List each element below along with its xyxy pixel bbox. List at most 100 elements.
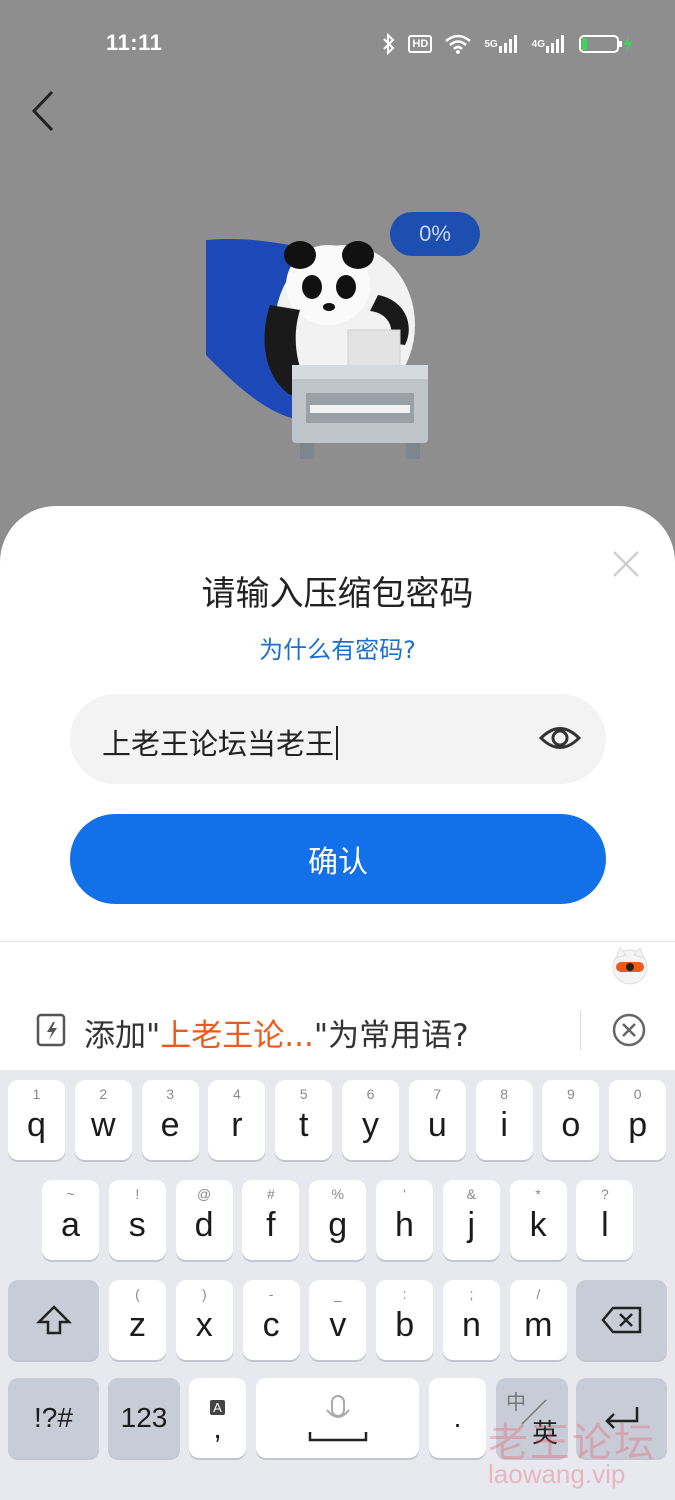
backspace-icon: [600, 1306, 641, 1334]
key-primary-label: m: [524, 1305, 553, 1344]
chevron-left-icon: [31, 90, 54, 132]
key-primary-label: k: [529, 1205, 547, 1244]
key-secondary-label: ~: [66, 1186, 75, 1202]
key-secondary-label: 2: [99, 1086, 108, 1102]
key-primary-label: s: [128, 1205, 146, 1244]
key-y[interactable]: 6y: [342, 1080, 399, 1160]
why-password-link[interactable]: 为什么有密码?: [0, 630, 675, 665]
key-h[interactable]: ' h: [376, 1180, 433, 1260]
password-input[interactable]: 上老王论坛当老王: [70, 694, 606, 784]
key-t[interactable]: 5t: [275, 1080, 333, 1160]
key-l[interactable]: ? l: [576, 1180, 634, 1260]
key-w[interactable]: 2w: [74, 1080, 132, 1160]
key-d[interactable]: @ d: [175, 1180, 233, 1260]
key-m[interactable]: / m: [509, 1280, 567, 1360]
key-secondary-label: %: [331, 1186, 344, 1202]
close-circle-icon: [612, 1013, 646, 1047]
watermark-en: laowang.vip: [488, 1459, 626, 1489]
period-key[interactable]: .: [429, 1378, 486, 1458]
key-n[interactable]: ; n: [443, 1280, 500, 1360]
key-v[interactable]: _ v: [309, 1280, 367, 1360]
key-e[interactable]: 3e: [141, 1080, 199, 1160]
key-secondary-label: ;: [469, 1286, 474, 1302]
keyboard-mascot-icon[interactable]: [610, 946, 650, 986]
key-primary-label: j: [467, 1205, 476, 1244]
key-primary-label: p: [628, 1105, 648, 1144]
key-c[interactable]: -c: [242, 1280, 300, 1360]
suggestion-prefix: 添加": [84, 1018, 161, 1054]
key-secondary-label: 5: [299, 1086, 308, 1102]
password-text: 上老王论坛当老王: [102, 727, 335, 761]
show-password-toggle[interactable]: [538, 718, 582, 758]
key-f[interactable]: # f: [242, 1180, 300, 1260]
signal-5g-icon: 5G: [484, 34, 519, 54]
password-value: 上老王论坛当老王: [102, 721, 339, 763]
key-secondary-label: 8: [500, 1086, 508, 1102]
key-secondary-label: !: [135, 1186, 140, 1202]
key-z[interactable]: (z: [109, 1280, 166, 1360]
key-secondary-label: 3: [166, 1086, 174, 1102]
signal-4g-icon: 4G: [532, 34, 567, 54]
key-primary-label: t: [298, 1105, 309, 1144]
quick-phrase-icon: [36, 1013, 70, 1047]
suggestion-suffix: "为常用语?: [313, 1018, 469, 1054]
status-bar: 11:11 HD 5G 4G: [0, 0, 675, 90]
key-primary-label: q: [27, 1105, 46, 1144]
key-primary-label: l: [601, 1205, 609, 1244]
key-primary-label: w: [91, 1105, 116, 1144]
key-s[interactable]: ! s: [108, 1180, 166, 1260]
punctuation-key[interactable]: A ,: [189, 1378, 246, 1458]
back-button[interactable]: [26, 86, 66, 136]
punctuation-main: ,: [213, 1411, 222, 1445]
progress-badge: 0%: [390, 212, 480, 256]
hd-voice-badge: HD: [408, 35, 433, 53]
backspace-key[interactable]: [576, 1280, 667, 1360]
text-caret: [336, 726, 339, 760]
key-k[interactable]: * k: [509, 1180, 567, 1260]
key-primary-label: y: [362, 1105, 379, 1144]
key-secondary-label: #: [266, 1186, 275, 1202]
wifi-icon: [444, 33, 472, 55]
key-secondary-label: 1: [32, 1086, 41, 1102]
key-primary-label: u: [427, 1105, 447, 1144]
key-r[interactable]: 4r: [208, 1080, 266, 1160]
key-primary-label: i: [500, 1105, 508, 1144]
key-secondary-label: &: [466, 1186, 476, 1202]
period-key-label: .: [453, 1402, 462, 1433]
key-primary-label: e: [160, 1105, 180, 1144]
key-primary-label: n: [462, 1305, 481, 1344]
numbers-key[interactable]: 123: [108, 1378, 180, 1458]
key-primary-label: h: [395, 1205, 414, 1244]
key-p[interactable]: 0p: [609, 1080, 667, 1160]
confirm-button[interactable]: 确认: [70, 814, 606, 904]
space-key[interactable]: [256, 1378, 419, 1458]
key-x[interactable]: ) x: [175, 1280, 233, 1360]
key-secondary-label: _: [333, 1286, 342, 1302]
dialog-title: 请输入压缩包密码: [201, 574, 474, 614]
key-j[interactable]: & j: [442, 1180, 500, 1260]
key-a[interactable]: ~ a: [42, 1180, 99, 1260]
key-secondary-label: 9: [566, 1086, 575, 1102]
key-u[interactable]: 7u: [408, 1080, 466, 1160]
shift-key[interactable]: [8, 1280, 99, 1360]
key-q[interactable]: 1q: [8, 1080, 65, 1160]
numbers-key-label: 123: [120, 1402, 168, 1433]
key-primary-label: b: [395, 1305, 415, 1344]
shift-icon: [35, 1305, 72, 1335]
key-primary-label: r: [231, 1105, 243, 1144]
key-secondary-label: /: [536, 1286, 541, 1302]
key-o[interactable]: 9o: [542, 1080, 600, 1160]
key-b[interactable]: :b: [376, 1280, 434, 1360]
key-primary-label: d: [194, 1205, 214, 1244]
key-i[interactable]: 8i: [475, 1080, 533, 1160]
key-secondary-label: (: [135, 1286, 140, 1302]
dismiss-suggestion-button[interactable]: [612, 1013, 646, 1047]
status-icons: HD 5G 4G: [382, 30, 635, 58]
add-phrase-suggestion[interactable]: 添加"上老王论..."为常用语?: [84, 1010, 469, 1055]
key-g[interactable]: % g: [309, 1180, 367, 1260]
symbols-key[interactable]: !?#: [8, 1378, 99, 1458]
battery-icon: [579, 33, 635, 55]
key-primary-label: z: [129, 1305, 146, 1344]
bluetooth-icon: [382, 33, 396, 55]
key-primary-label: v: [329, 1305, 347, 1344]
